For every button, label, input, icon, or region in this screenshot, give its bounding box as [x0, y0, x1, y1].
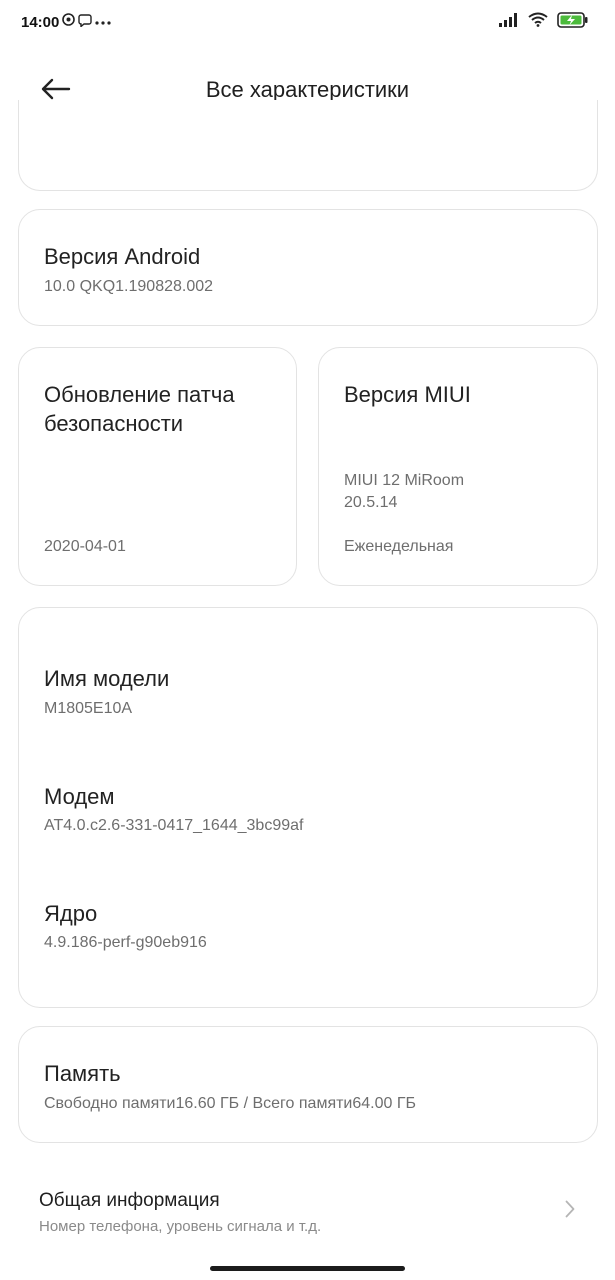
general-info-subtitle: Номер телефона, уровень сигнала и т.д. — [39, 1218, 322, 1235]
kernel-title: Ядро — [44, 901, 98, 926]
status-time: 14:00 — [21, 14, 60, 31]
security-patch-value: 2020-04-01 — [44, 538, 126, 555]
at-sign-icon — [62, 13, 75, 31]
model-name-title: Имя модели — [44, 666, 170, 691]
card-android-version: Версия Android 10.0 QKQ1.190828.002 — [18, 209, 598, 326]
battery-charging-icon — [557, 11, 589, 33]
card-memory[interactable]: Память Свободно памяти16.60 ГБ / Всего п… — [18, 1026, 598, 1143]
card-miui-version[interactable]: Версия MIUI MIUI 12 MiRoom 20.5.14 Ежене… — [318, 347, 598, 586]
home-indicator[interactable] — [210, 1266, 405, 1271]
general-info-item[interactable]: Общая информация Номер телефона, уровень… — [0, 1168, 615, 1244]
model-name-value: M1805E10A — [44, 700, 133, 717]
miui-version-value-line1: MIUI 12 MiRoom — [344, 472, 465, 489]
status-left-icons — [62, 13, 111, 32]
signal-icon — [499, 12, 519, 32]
android-version-title: Версия Android — [44, 244, 201, 269]
wifi-icon — [528, 12, 548, 32]
security-patch-title-line2: безопасности — [44, 411, 184, 436]
miui-update-channel: Еженедельная — [344, 538, 454, 555]
more-dots-icon — [95, 13, 111, 31]
miui-version-value-line2: 20.5.14 — [344, 494, 398, 511]
card-security-patch: Обновление патча безопасности 2020-04-01 — [18, 347, 297, 586]
modem-title: Модем — [44, 784, 115, 809]
android-version-value: 10.0 QKQ1.190828.002 — [44, 278, 214, 295]
memory-value: Свободно памяти16.60 ГБ / Всего памяти64… — [44, 1095, 417, 1112]
general-info-title: Общая информация — [39, 1190, 220, 1211]
modem-value: AT4.0.c2.6-331-0417_1644_3bc99af — [44, 817, 304, 834]
status-bar: 14:00 — [0, 0, 615, 46]
chevron-right-icon — [565, 1200, 575, 1223]
security-patch-title-line1: Обновление патча — [44, 382, 235, 407]
card-previous-partial — [18, 100, 598, 191]
viber-icon — [78, 13, 92, 32]
kernel-value: 4.9.186-perf-g90eb916 — [44, 934, 207, 951]
status-right-icons — [499, 11, 589, 33]
card-hardware-info: Имя модели M1805E10A Модем AT4.0.c2.6-33… — [18, 607, 598, 1008]
memory-title: Память — [44, 1061, 121, 1086]
miui-version-title: Версия MIUI — [344, 382, 471, 407]
